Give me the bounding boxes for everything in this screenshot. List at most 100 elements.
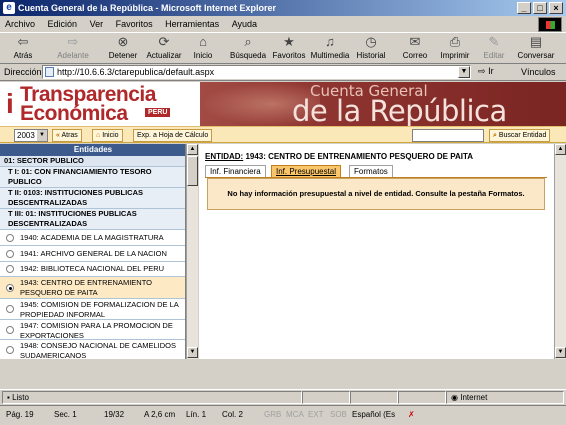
menu-bar: Archivo Edición Ver Favoritos Herramient… xyxy=(0,16,566,33)
mail-button[interactable]: ✉ Correo xyxy=(400,34,430,61)
status-section: Sec. 1 xyxy=(54,410,77,419)
tree-level3[interactable]: T III: 01: INSTITUCIONES PUBLICAS DESCEN… xyxy=(0,209,185,230)
back-nav-button[interactable]: « Atras xyxy=(52,129,82,142)
banner-title-big: de la República xyxy=(292,94,507,126)
home-button[interactable]: ⌂ Inicio xyxy=(188,35,218,61)
minimize-button[interactable]: _ xyxy=(517,2,531,14)
status-mca: MCA xyxy=(286,410,304,419)
edit-button[interactable]: ✎ Editar xyxy=(480,35,508,61)
browser-status-bar: ▪ Listo ◉ Internet xyxy=(0,389,566,404)
media-button[interactable]: ♫ Multimedia xyxy=(310,34,350,61)
search-icon: ⌕ xyxy=(493,132,497,139)
status-page: Pág. 19 xyxy=(6,410,34,419)
address-dropdown-icon[interactable]: ▼ xyxy=(458,66,470,78)
menu-herramientas[interactable]: Herramientas xyxy=(160,16,224,33)
status-language: Español (Es xyxy=(352,410,396,419)
entity-item[interactable]: 1948: CONSEJO NACIONAL DE CAMELIDOS SUDA… xyxy=(0,340,185,359)
entities-scrollbar[interactable]: ▲ ▼ xyxy=(186,144,198,359)
mail-icon: ✉ xyxy=(409,34,421,49)
site-banner: i Transparencia Económica PERU Cuenta Ge… xyxy=(0,82,566,126)
year-select[interactable]: 2003 ▼ xyxy=(14,129,48,142)
entity-item[interactable]: 1947: COMISION PARA LA PROMOCION DE EXPO… xyxy=(0,320,185,340)
status-pages: 19/32 xyxy=(104,410,125,419)
stop-button[interactable]: ⊗ Detener xyxy=(106,34,140,61)
status-ext: EXT xyxy=(308,410,324,419)
radio-icon[interactable] xyxy=(6,346,14,354)
discuss-button[interactable]: ▤ Conversar xyxy=(514,34,558,61)
info-message: No hay información presupuestal a nivel … xyxy=(207,178,545,210)
home-icon: ⌂ xyxy=(96,132,101,139)
back-button[interactable]: ⇦ Atrás xyxy=(6,35,40,61)
status-segment xyxy=(302,391,350,404)
scroll-down-icon[interactable]: ▼ xyxy=(555,347,566,358)
forward-button[interactable]: ⇨ Adelante xyxy=(52,35,94,61)
entities-header: Entidades xyxy=(0,144,185,156)
radio-selected-icon[interactable] xyxy=(6,284,14,292)
tab-budget[interactable]: Inf. Presupuestal xyxy=(271,165,342,177)
maximize-button[interactable]: □ xyxy=(533,2,547,14)
history-button[interactable]: ◷ Historial xyxy=(354,35,388,61)
tree-level1[interactable]: T I: 01: CON FINANCIAMIENTO TESORO PUBLI… xyxy=(0,167,185,188)
ie-icon: e xyxy=(3,2,15,14)
radio-icon[interactable] xyxy=(6,265,14,273)
go-arrow-icon: ⇨ xyxy=(478,66,486,76)
status-sob: SOB xyxy=(330,410,347,419)
search-entity-button[interactable]: ⌕ Buscar Entidad xyxy=(489,129,551,142)
scroll-thumb[interactable] xyxy=(187,156,198,186)
menu-ver[interactable]: Ver xyxy=(85,16,109,33)
status-segment xyxy=(398,391,446,404)
window-title: Cuenta General de la República - Microso… xyxy=(18,3,277,13)
page-scrollbar[interactable]: ▲ ▼ xyxy=(554,144,566,359)
menu-ayuda[interactable]: Ayuda xyxy=(227,16,262,33)
radio-icon[interactable] xyxy=(6,234,14,242)
media-icon: ♫ xyxy=(325,34,335,49)
chevron-down-icon: ▼ xyxy=(37,130,47,141)
logo-line2: Económica xyxy=(20,102,128,125)
favorites-button[interactable]: ★ Favoritos xyxy=(270,34,308,61)
page-status-icon: ▪ xyxy=(7,393,10,402)
search-button[interactable]: ⌕ Búsqueda xyxy=(228,34,268,61)
entity-item[interactable]: 1945: COMISION DE FORMALIZACION DE LA PR… xyxy=(0,299,185,320)
window-frame xyxy=(0,359,566,389)
entity-item[interactable]: 1942: BIBLIOTECA NACIONAL DEL PERU xyxy=(0,262,185,277)
zone-indicator: ◉ Internet xyxy=(446,391,564,404)
discuss-icon: ▤ xyxy=(529,34,543,49)
radio-icon[interactable] xyxy=(6,326,14,334)
scroll-down-icon[interactable]: ▼ xyxy=(187,347,198,358)
entity-item[interactable]: 1940: ACADEMIA DE LA MAGISTRATURA xyxy=(0,230,185,246)
tree-level2[interactable]: T II: 0103: INSTITUCIONES PUBLICAS DESCE… xyxy=(0,188,185,209)
navigation-bar: 2003 ▼ « Atras ⌂ Inicio Exp. a Hoja de Cá… xyxy=(0,126,566,143)
radio-icon[interactable] xyxy=(6,250,14,258)
status-segment xyxy=(350,391,398,404)
refresh-button[interactable]: ⟳ Actualizar xyxy=(144,35,184,61)
links-button[interactable]: Vínculos xyxy=(521,67,556,77)
go-button[interactable]: ⇨ Ir xyxy=(478,66,494,77)
address-bar: Dirección http://10.6.6.3/ctarepublica/d… xyxy=(0,64,566,81)
tab-formats[interactable]: Formatos xyxy=(349,165,393,177)
menu-favoritos[interactable]: Favoritos xyxy=(111,16,158,33)
tree-sector[interactable]: 01: SECTOR PUBLICO xyxy=(0,156,185,167)
logo-badge: PERU xyxy=(145,108,171,117)
search-icon: ⌕ xyxy=(244,34,252,49)
tab-financial[interactable]: Inf. Financiera xyxy=(205,165,266,177)
print-button[interactable]: ⎙ Imprimir xyxy=(438,35,472,61)
scroll-up-icon[interactable]: ▲ xyxy=(187,144,198,155)
home-nav-button[interactable]: ⌂ Inicio xyxy=(92,129,123,142)
radio-icon[interactable] xyxy=(6,305,14,313)
entity-search-input[interactable] xyxy=(412,129,484,142)
address-input[interactable]: http://10.6.6.3/ctarepublica/default.asp… xyxy=(42,65,471,79)
status-at: A 2,6 cm xyxy=(144,410,176,419)
scroll-up-icon[interactable]: ▲ xyxy=(555,144,566,155)
status-line: Lín. 1 xyxy=(186,410,207,419)
status-text: ▪ Listo xyxy=(2,391,302,404)
entity-item[interactable]: 1941: ARCHIVO GENERAL DE LA NACION xyxy=(0,246,185,262)
stop-icon: ⊗ xyxy=(117,34,129,49)
menu-archivo[interactable]: Archivo xyxy=(0,16,40,33)
export-spreadsheet-button[interactable]: Exp. a Hoja de Cálculo xyxy=(133,129,213,142)
favorites-icon: ★ xyxy=(283,34,295,49)
page-icon xyxy=(45,67,54,77)
entity-item-selected[interactable]: 1943: CENTRO DE ENTRENAMIENTO PESQUERO D… xyxy=(0,277,185,299)
spelling-check-icon[interactable]: ✗ xyxy=(408,410,415,420)
menu-edicion[interactable]: Edición xyxy=(43,16,83,33)
close-button[interactable]: × xyxy=(549,2,563,14)
